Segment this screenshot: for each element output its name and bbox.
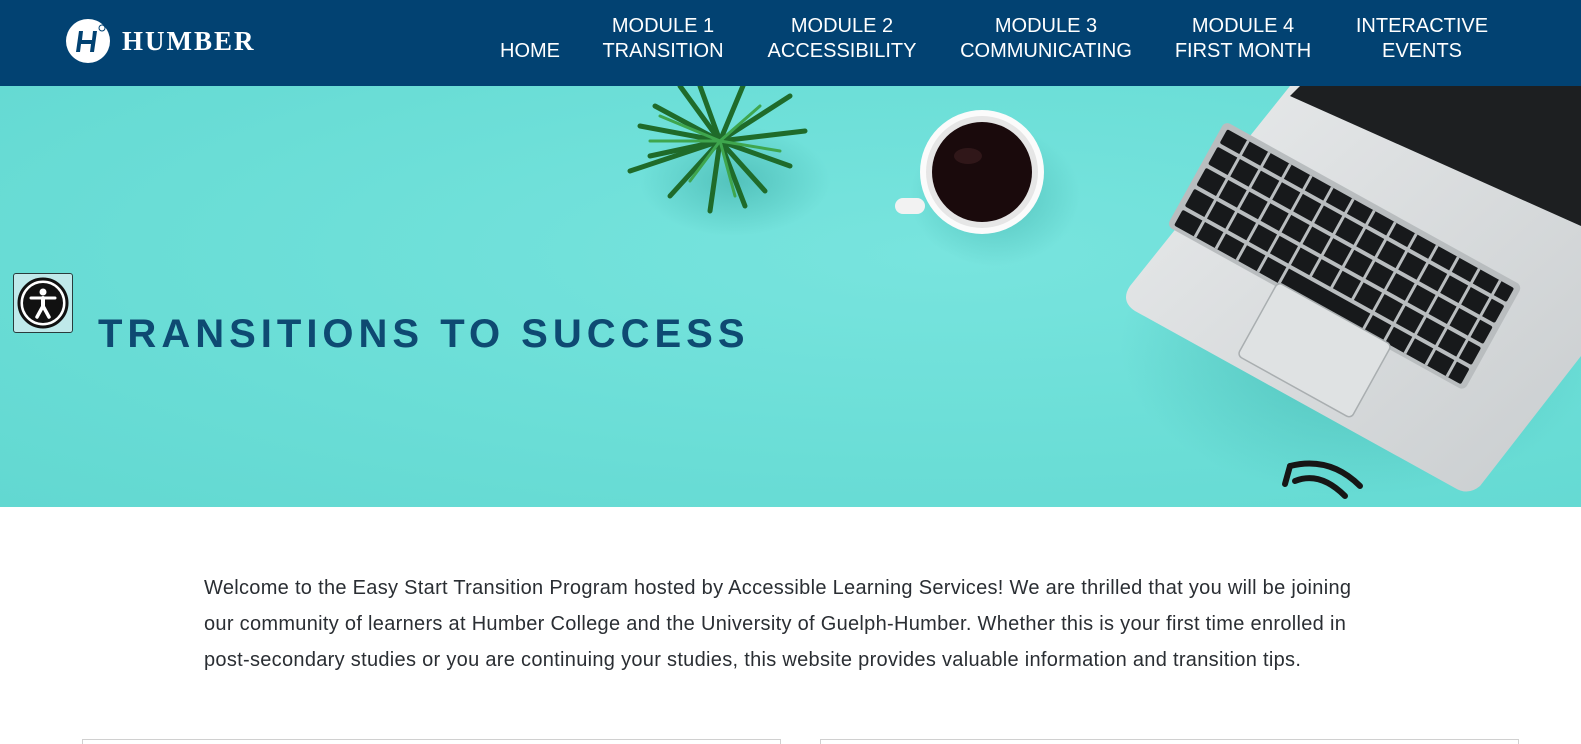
nav-module-4-line2: FIRST MONTH [1174, 40, 1312, 62]
site-header: HUMBER HOME MODULE 1 TRANSITION MODULE 2… [0, 0, 1581, 86]
hero-banner: TRANSITIONS TO SUCCESS [0, 86, 1581, 507]
nav-home[interactable]: HOME [499, 39, 561, 64]
content-card-right [820, 739, 1519, 744]
nav-module-1[interactable]: MODULE 1 TRANSITION [600, 14, 726, 64]
nav-interactive-events[interactable]: INTERACTIVE EVENTS [1352, 14, 1492, 64]
nav-module-4[interactable]: MODULE 4 FIRST MONTH [1172, 14, 1314, 64]
nav-module-1-line2: TRANSITION [602, 40, 724, 62]
plant-icon [627, 86, 830, 236]
nav-module-1-line1: MODULE 1 [611, 15, 715, 37]
nav-home-label: HOME [500, 40, 560, 62]
laptop-icon [1120, 86, 1581, 496]
nav-module-2-line1: MODULE 2 [790, 15, 894, 37]
nav-module-3[interactable]: MODULE 3 COMMUNICATING [957, 14, 1135, 64]
nav-module-4-line1: MODULE 4 [1191, 15, 1295, 37]
nav-module-2[interactable]: MODULE 2 ACCESSIBILITY [766, 14, 918, 64]
nav-module-3-line2: COMMUNICATING [960, 40, 1132, 62]
nav-module-3-line1: MODULE 3 [994, 15, 1098, 37]
hero-desk-illustration [627, 86, 1581, 499]
intro-paragraph: Welcome to the Easy Start Transition Pro… [204, 577, 1352, 671]
accessibility-icon [17, 277, 69, 329]
coffee-cup-icon [895, 110, 1080, 266]
hero-title: TRANSITIONS TO SUCCESS [98, 312, 750, 356]
nav-interactive-events-line1: INTERACTIVE [1355, 15, 1489, 37]
nav-module-2-line2: ACCESSIBILITY [767, 40, 917, 62]
content-card-left [82, 739, 781, 744]
accessibility-toolbar-button[interactable] [13, 273, 73, 333]
nav-interactive-events-line2: EVENTS [1381, 40, 1463, 62]
main-nav: HOME MODULE 1 TRANSITION MODULE 2 ACCESS… [0, 14, 1581, 74]
